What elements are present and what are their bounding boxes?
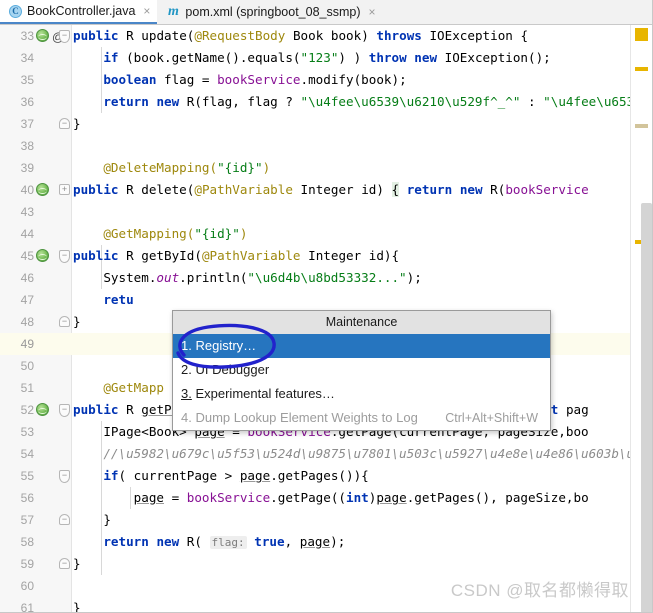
menu-item-experimental-features[interactable]: 3. Experimental features…	[173, 382, 550, 406]
menu-item-label: Dump Lookup Element Weights to Log	[195, 410, 418, 425]
menu-item-number: 1.	[181, 338, 192, 353]
code-line-58: return new R( flag: true, page);	[103, 534, 346, 549]
code-line-54: //\u5982\u679c\u5f53\u524d\u9875\u7801\u…	[103, 446, 652, 461]
menu-item-label: Experimental features…	[195, 386, 335, 401]
code-line-34: if (book.getName().equals("123") ) throw…	[103, 50, 551, 65]
line-number: 56	[20, 491, 34, 505]
code-line-61: }	[73, 600, 81, 613]
web-mapping-globe-icon[interactable]	[36, 249, 50, 263]
line-number: 54	[20, 447, 34, 461]
tab-pom-xml[interactable]: m pom.xml (springboot_08_ssmp) ×	[157, 0, 382, 24]
line-number: 45	[20, 249, 34, 263]
menu-item-registry[interactable]: 1. Registry…	[173, 334, 550, 358]
editor-row[interactable]: 37 −	[0, 113, 652, 135]
line-number: 47	[20, 293, 34, 307]
tab-label: pom.xml (springboot_08_ssmp)	[185, 5, 361, 19]
warning-marker-line[interactable]	[635, 67, 648, 71]
line-number: 34	[20, 51, 34, 65]
fold-collapse-icon[interactable]: −	[59, 470, 70, 483]
fold-region-end-icon[interactable]: −	[59, 118, 70, 129]
code-line-48: }	[73, 314, 81, 329]
line-number: 51	[20, 381, 34, 395]
line-number: 35	[20, 73, 34, 87]
line-number: 57	[20, 513, 34, 527]
menu-item-shortcut: Ctrl+Alt+Shift+W	[445, 411, 538, 425]
fold-region-end-icon[interactable]: −	[59, 316, 70, 327]
code-line-36: return new R(flag, flag ? "\u4fee\u6539\…	[103, 94, 653, 109]
tab-label: BookController.java	[27, 4, 136, 18]
line-number: 33	[20, 29, 34, 43]
editor-row[interactable]: 38	[0, 135, 652, 157]
line-number: 52	[20, 403, 34, 417]
close-icon[interactable]: ×	[369, 6, 376, 18]
code-line-39: @DeleteMapping("{id}")	[103, 160, 271, 175]
line-number: 37	[20, 117, 34, 131]
line-number: 39	[20, 161, 34, 175]
line-number: 49	[20, 337, 34, 351]
code-line-57: }	[73, 512, 111, 527]
editor-tab-bar: C BookController.java × m pom.xml (sprin…	[0, 0, 652, 25]
line-number: 50	[20, 359, 34, 373]
code-line-45: public R getById(@PathVariable Integer i…	[73, 248, 400, 263]
code-line-37: }	[73, 116, 81, 131]
line-number: 58	[20, 535, 34, 549]
code-line-40: public R delete(@PathVariable Integer id…	[73, 182, 589, 197]
line-number: 55	[20, 469, 34, 483]
line-number: 53	[20, 425, 34, 439]
maintenance-popup-menu[interactable]: Maintenance 1. Registry… 2. UI Debugger …	[172, 310, 551, 431]
line-number: 48	[20, 315, 34, 329]
line-number: 59	[20, 557, 34, 571]
code-line-56: page = bookService.getPage((int)page.get…	[133, 490, 589, 505]
fold-region-end-icon[interactable]: −	[59, 558, 70, 569]
web-mapping-globe-icon[interactable]	[36, 29, 50, 43]
code-line-51: @GetMapp	[103, 380, 165, 395]
menu-item-ui-debugger[interactable]: 2. UI Debugger	[173, 358, 550, 382]
code-line-46: System.out.println("\u6d4b\u8bd53332..."…	[73, 270, 422, 285]
code-line-55: if( currentPage > page.getPages()){	[103, 468, 369, 483]
maven-icon: m	[167, 4, 179, 19]
java-class-icon: C	[9, 4, 22, 18]
editor-row[interactable]: 59 −	[0, 553, 652, 575]
info-marker-line[interactable]	[635, 124, 648, 128]
error-stripe-marker-bar[interactable]	[630, 25, 652, 612]
menu-item-number: 4.	[181, 410, 192, 425]
code-line-33: public R update(@RequestBody Book book) …	[73, 28, 529, 43]
menu-item-dump-lookup-element-weights: 4. Dump Lookup Element Weights to Log Ct…	[173, 406, 550, 430]
fold-collapse-icon[interactable]: −	[59, 404, 70, 417]
line-number: 43	[20, 205, 34, 219]
code-line-35: boolean flag = bookService.modify(book);	[103, 72, 407, 87]
line-number: 61	[20, 601, 34, 613]
fold-collapse-icon[interactable]: −	[59, 30, 70, 43]
warning-marker-block[interactable]	[635, 28, 648, 41]
popup-title: Maintenance	[173, 311, 550, 334]
fold-collapse-icon[interactable]: −	[59, 250, 70, 263]
menu-item-number: 2.	[181, 362, 192, 377]
web-mapping-globe-icon[interactable]	[36, 183, 50, 197]
ide-window: C BookController.java × m pom.xml (sprin…	[0, 0, 653, 613]
code-line-59: }	[73, 556, 81, 571]
line-number: 38	[20, 139, 34, 153]
line-number: 60	[20, 579, 34, 593]
code-editor[interactable]: 33@−34353637−383940+434445−464748−495051…	[0, 25, 653, 613]
csdn-watermark: CSDN @取名都懒得取	[450, 581, 629, 600]
tab-book-controller-java[interactable]: C BookController.java ×	[0, 0, 158, 24]
web-mapping-globe-icon[interactable]	[36, 403, 50, 417]
menu-item-label: Registry…	[195, 338, 257, 353]
line-number: 40	[20, 183, 34, 197]
close-icon[interactable]: ×	[143, 5, 150, 17]
line-number: 36	[20, 95, 34, 109]
code-line-47: retu	[103, 292, 134, 307]
menu-item-number: 3.	[181, 386, 192, 401]
code-line-44: @GetMapping("{id}")	[103, 226, 248, 241]
menu-item-label: UI Debugger	[195, 362, 270, 377]
fold-region-end-icon[interactable]: −	[59, 514, 70, 525]
fold-expand-icon[interactable]: +	[59, 184, 70, 195]
line-number: 44	[20, 227, 34, 241]
editor-row[interactable]: 43	[0, 201, 652, 223]
vertical-scrollbar-thumb[interactable]	[641, 203, 652, 612]
line-number: 46	[20, 271, 34, 285]
